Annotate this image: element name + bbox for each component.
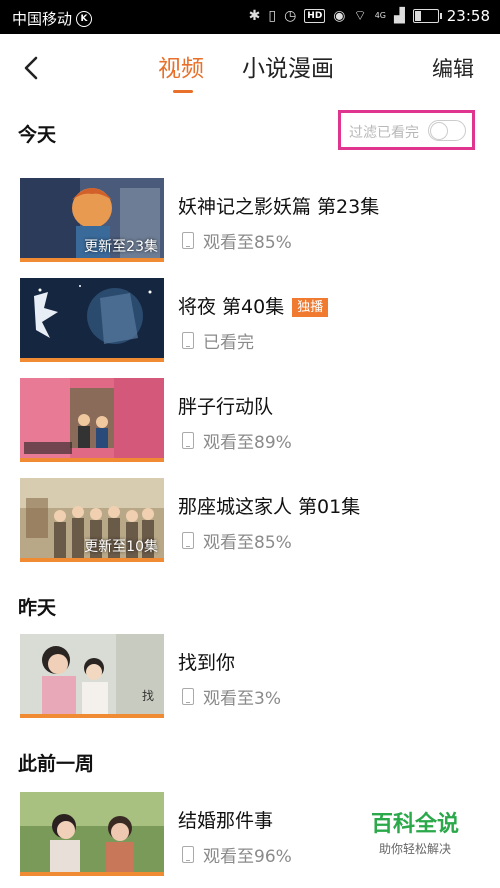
video-title: 妖神记之影妖篇 第23集 bbox=[178, 196, 380, 218]
filter-watched-control: 过滤已看完 bbox=[338, 110, 475, 150]
hd-icon: HD bbox=[304, 9, 326, 23]
network-type-label: 4G bbox=[374, 11, 386, 20]
watch-progress-text: 观看至3% bbox=[203, 689, 281, 709]
filter-watched-toggle[interactable] bbox=[428, 120, 466, 141]
video-thumbnail[interactable] bbox=[20, 278, 164, 362]
toggle-knob bbox=[430, 122, 448, 140]
vibrate-icon: ▯ bbox=[268, 8, 277, 24]
watch-progress-text: 观看至96% bbox=[203, 847, 292, 867]
video-title: 那座城这家人 第01集 bbox=[178, 496, 361, 518]
svg-text:找: 找 bbox=[142, 689, 154, 703]
watch-progress: 观看至96% bbox=[182, 842, 292, 867]
history-item[interactable]: 更新至10集 那座城这家人 第01集 观看至85% bbox=[0, 478, 500, 562]
section-title-past-week: 此前一周 bbox=[18, 753, 95, 775]
watch-progress-text: 观看至89% bbox=[203, 433, 292, 453]
video-title: 胖子行动队 bbox=[178, 396, 274, 418]
video-thumbnail[interactable] bbox=[20, 792, 164, 876]
wifi-icon: ⌔ bbox=[353, 8, 367, 24]
section-title-yesterday: 昨天 bbox=[18, 597, 57, 619]
video-thumbnail[interactable]: 更新至23集 bbox=[20, 178, 164, 262]
watermark-sub-text: 助你轻松解决 bbox=[378, 842, 451, 856]
top-nav-bar: 视频 小说漫画 编辑 bbox=[0, 34, 500, 104]
video-title: 结婚那件事 bbox=[178, 810, 274, 832]
section-title-today: 今天 bbox=[18, 124, 57, 146]
phone-icon bbox=[182, 846, 194, 863]
phone-icon bbox=[182, 688, 194, 705]
history-item[interactable]: 胖子行动队 观看至89% bbox=[0, 378, 500, 462]
history-item[interactable]: 将夜 第40集 独播 已看完 bbox=[0, 278, 500, 362]
video-title: 将夜 第40集 独播 bbox=[178, 292, 329, 319]
video-thumbnail[interactable]: 更新至10集 bbox=[20, 478, 164, 562]
alarm-icon: ◷ bbox=[284, 8, 297, 24]
watermark-logo: 百科全说 助你轻松解决 bbox=[360, 812, 470, 857]
video-title-text: 将夜 第40集 bbox=[178, 296, 285, 318]
phone-icon bbox=[182, 432, 194, 449]
tab-novel-comic[interactable]: 小说漫画 bbox=[242, 54, 334, 84]
watch-progress: 观看至85% bbox=[182, 528, 292, 553]
battery-level-fill bbox=[414, 11, 421, 21]
exclusive-badge: 独播 bbox=[292, 298, 329, 317]
carrier-badge-icon: K bbox=[76, 10, 93, 27]
filter-watched-label: 过滤已看完 bbox=[349, 125, 419, 141]
watch-progress: 观看至85% bbox=[182, 228, 292, 253]
signal-icon: ▟ bbox=[393, 8, 405, 24]
thumbnail-caption: 更新至10集 bbox=[84, 539, 158, 555]
phone-icon bbox=[182, 332, 194, 349]
status-icons: ✱ ▯ ◷ HD ◉ ⌔ 4G ▟ 23:58 bbox=[249, 7, 490, 25]
watch-progress: 已看完 bbox=[182, 328, 254, 353]
carrier-name: 中国移动 bbox=[12, 10, 73, 28]
thumbnail-image: 找 bbox=[20, 634, 164, 714]
thumbnail-image bbox=[20, 792, 164, 872]
thumbnail-caption: 更新至23集 bbox=[84, 239, 158, 255]
phone-icon bbox=[182, 232, 194, 249]
video-thumbnail[interactable]: 找 bbox=[20, 634, 164, 718]
bluetooth-icon: ✱ bbox=[248, 8, 261, 24]
back-arrow-icon[interactable] bbox=[18, 54, 46, 82]
thumbnail-image bbox=[20, 378, 164, 458]
battery-icon bbox=[412, 9, 442, 23]
watermark-main-text: 百科全说 bbox=[370, 812, 459, 837]
phone-icon bbox=[182, 532, 194, 549]
video-title: 找到你 bbox=[178, 652, 236, 674]
watch-progress: 观看至3% bbox=[182, 684, 281, 709]
status-bar: 中国移动 K ✱ ▯ ◷ HD ◉ ⌔ 4G ▟ 23:58 bbox=[0, 0, 500, 34]
watch-progress-text: 观看至85% bbox=[203, 233, 292, 253]
video-thumbnail[interactable] bbox=[20, 378, 164, 462]
thumbnail-image bbox=[20, 278, 164, 358]
clock: 23:58 bbox=[446, 7, 490, 25]
watch-progress: 观看至89% bbox=[182, 428, 292, 453]
watch-progress-text: 观看至85% bbox=[203, 533, 292, 553]
active-tab-indicator bbox=[173, 90, 193, 93]
carrier-info: 中国移动 K bbox=[12, 8, 93, 29]
eye-icon: ◉ bbox=[333, 8, 346, 24]
tab-video[interactable]: 视频 bbox=[158, 54, 204, 84]
watch-progress-text: 已看完 bbox=[203, 333, 254, 353]
history-item[interactable]: 更新至23集 妖神记之影妖篇 第23集 观看至85% bbox=[0, 178, 500, 262]
edit-button[interactable]: 编辑 bbox=[432, 54, 474, 84]
history-item[interactable]: 找 找到你 观看至3% bbox=[0, 634, 500, 718]
